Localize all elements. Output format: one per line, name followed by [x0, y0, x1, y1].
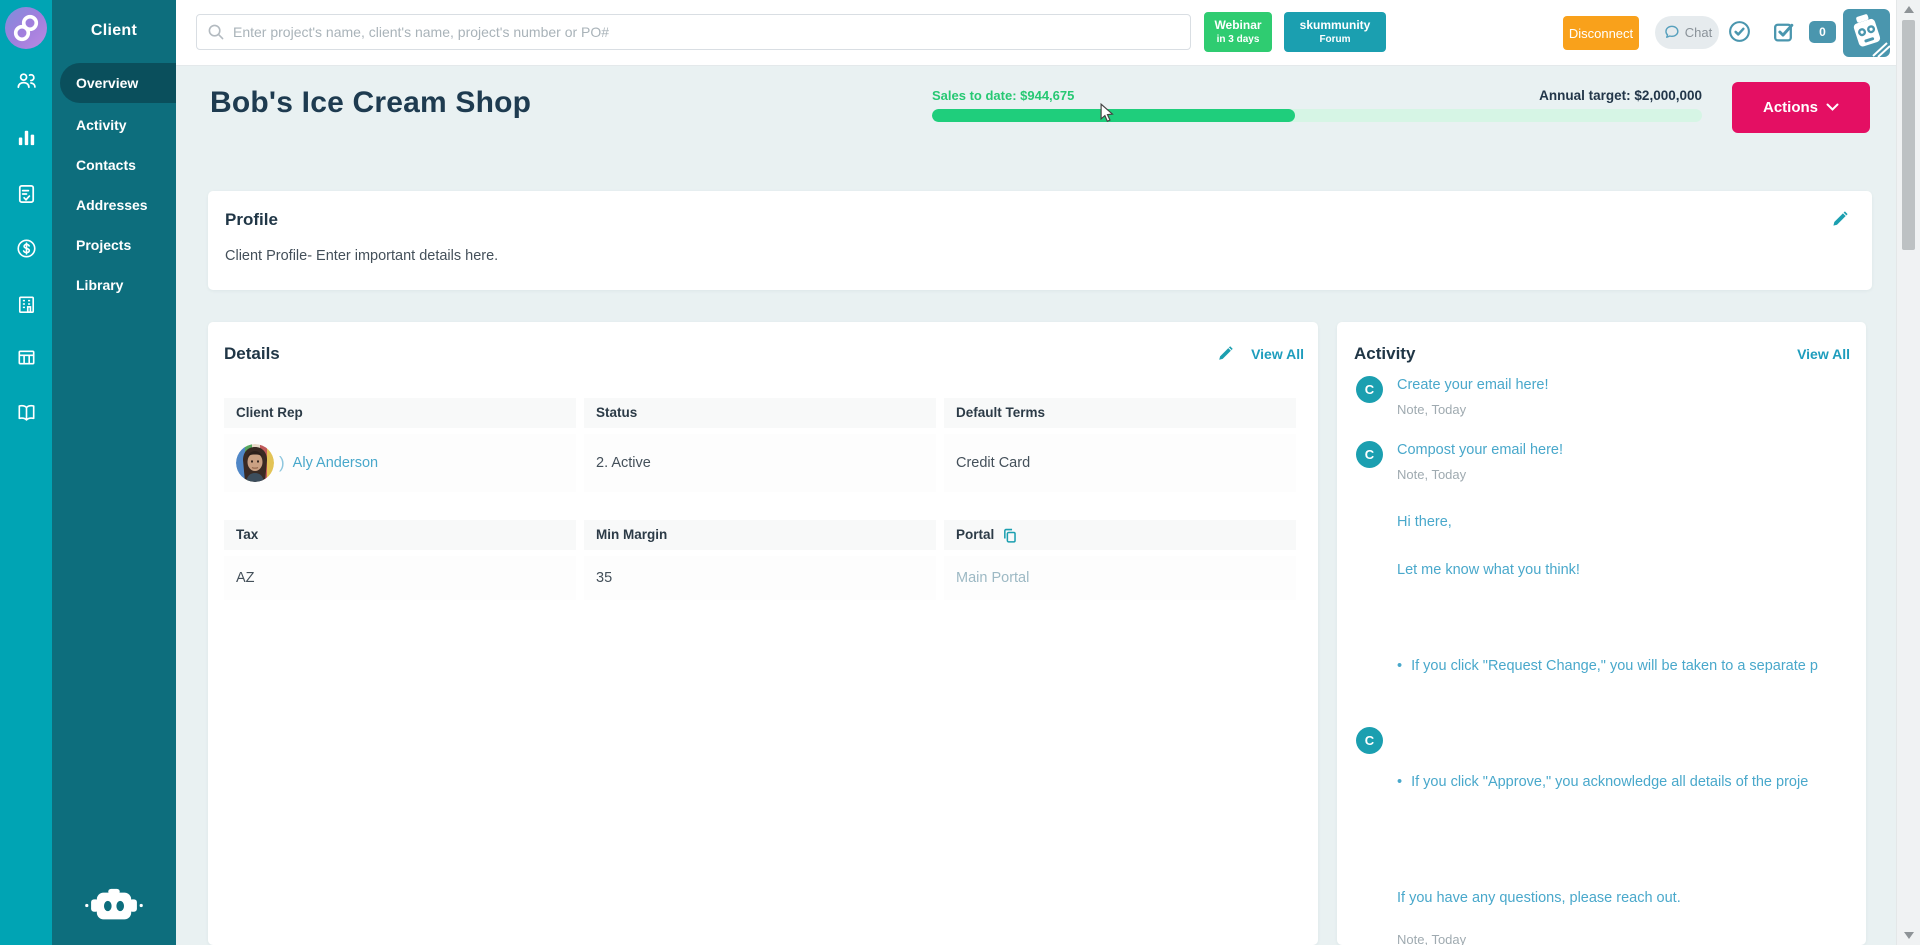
forum-sublabel: Forum	[1319, 34, 1351, 45]
webinar-button[interactable]: Webinar in 3 days	[1204, 12, 1272, 52]
approvals-checkbox-icon[interactable]	[1771, 19, 1796, 44]
portal-header-label: Portal	[956, 527, 995, 542]
notification-count-badge[interactable]: 0	[1809, 21, 1836, 43]
disconnect-button[interactable]: Disconnect	[1563, 16, 1639, 50]
sidebar-item-library[interactable]: Library	[52, 265, 176, 305]
client-overview-page: Client Overview Activity Contacts Addres…	[0, 0, 1920, 945]
column-header-portal: Portal	[944, 520, 1296, 550]
activity-message-line: If you have any questions, please reach …	[1397, 890, 1681, 906]
edit-details-icon[interactable]	[1216, 344, 1235, 363]
search-icon	[208, 24, 224, 40]
profile-title: Profile	[225, 210, 278, 229]
activity-message-line: Hi there,	[1397, 514, 1452, 530]
details-value-row-1: ) Aly Anderson 2. Active Credit Card	[224, 434, 1296, 492]
activity-avatar: C	[1356, 441, 1383, 468]
column-header-client-rep: Client Rep	[224, 398, 576, 428]
actions-button[interactable]: Actions	[1732, 82, 1870, 133]
activity-item-title[interactable]: Create your email here!	[1397, 377, 1549, 393]
default-terms-value: Credit Card	[944, 434, 1296, 492]
tasks-icon[interactable]	[15, 182, 38, 205]
forum-button[interactable]: skummunity Forum	[1284, 12, 1386, 52]
chat-button[interactable]: Chat	[1655, 16, 1719, 49]
min-margin-value: 35	[584, 556, 936, 600]
sales-progress-track	[932, 109, 1702, 122]
profile-card: Profile Client Profile- Enter important …	[208, 191, 1872, 290]
details-header-row-2: Tax Min Margin Portal	[224, 520, 1296, 550]
activity-card: Activity View All C Create your email he…	[1337, 322, 1866, 945]
building-icon[interactable]	[15, 293, 38, 316]
activity-item-title[interactable]: Compost your email here!	[1397, 442, 1563, 458]
table-icon[interactable]	[15, 346, 38, 369]
activity-title: Activity	[1354, 344, 1416, 363]
client-rep-link[interactable]: Aly Anderson	[293, 455, 378, 471]
page-scrollbar[interactable]	[1896, 0, 1920, 945]
icon-rail	[0, 0, 52, 945]
webinar-label: Webinar	[1214, 18, 1262, 32]
chevron-down-icon	[1826, 103, 1839, 111]
activity-bullet-line: If you click "Request Change," you will …	[1397, 658, 1818, 674]
activity-bullet-line: If you click "Approve," you acknowledge …	[1397, 774, 1808, 790]
bar-chart-icon[interactable]	[15, 126, 38, 149]
status-value: 2. Active	[584, 434, 936, 492]
sales-to-date-label: Sales to date: $944,675	[932, 88, 1075, 103]
edit-profile-icon[interactable]	[1830, 209, 1850, 229]
activity-message-line: Let me know what you think!	[1397, 562, 1580, 578]
actions-label: Actions	[1762, 99, 1818, 116]
app-logo-icon[interactable]	[4, 6, 48, 50]
sidebar-item-overview[interactable]: Overview	[60, 63, 176, 103]
column-header-default-terms: Default Terms	[944, 398, 1296, 428]
sales-progress-fill	[932, 109, 1296, 122]
scrollbar-thumb[interactable]	[1902, 20, 1915, 250]
chat-label: Chat	[1684, 25, 1713, 40]
topbar: Webinar in 3 days skummunity Forum Disco…	[176, 0, 1896, 66]
clock-check-icon[interactable]	[1727, 19, 1752, 44]
sales-progress: Sales to date: $944,675 Annual target: $…	[932, 88, 1702, 122]
client-rep-avatar	[236, 444, 274, 482]
sidebar-item-activity[interactable]: Activity	[52, 105, 176, 145]
scroll-up-arrow[interactable]	[1904, 6, 1914, 13]
sidebar-title: Client	[90, 22, 138, 39]
sidebar-item-addresses[interactable]: Addresses	[52, 185, 176, 225]
activity-avatar: C	[1356, 376, 1383, 403]
users-icon[interactable]	[15, 69, 38, 92]
activity-view-all-link[interactable]: View All	[1797, 346, 1850, 362]
client-sidebar: Client Overview Activity Contacts Addres…	[52, 0, 176, 945]
details-card: Details View All Client Rep Status Defau…	[208, 322, 1318, 945]
activity-item-meta: Note, Today	[1397, 402, 1467, 417]
profile-description: Client Profile- Enter important details …	[225, 248, 499, 264]
sidebar-item-contacts[interactable]: Contacts	[52, 145, 176, 185]
page-title: Bob's Ice Cream Shop	[210, 86, 532, 119]
tax-value: AZ	[224, 556, 576, 600]
search-input[interactable]	[196, 14, 1191, 50]
dollar-icon[interactable]	[15, 237, 38, 260]
copy-icon[interactable]	[1001, 527, 1018, 544]
assistant-robot-icon[interactable]	[83, 885, 145, 927]
annual-target-label: Annual target: $2,000,000	[1539, 88, 1702, 103]
global-search	[196, 14, 1191, 50]
column-header-status: Status	[584, 398, 936, 428]
portal-link[interactable]: Main Portal	[956, 570, 1029, 586]
activity-avatar: C	[1356, 727, 1383, 754]
sidebar-item-projects[interactable]: Projects	[52, 225, 176, 265]
details-header-row-1: Client Rep Status Default Terms	[224, 398, 1296, 428]
webinar-sublabel: in 3 days	[1216, 34, 1260, 45]
activity-item-meta: Note, Today	[1397, 932, 1467, 945]
details-title: Details	[224, 344, 280, 363]
chat-bubble-icon	[1665, 25, 1679, 38]
client-rep-cell: ) Aly Anderson	[236, 444, 378, 482]
user-avatar[interactable]	[1843, 9, 1890, 57]
details-view-all-link[interactable]: View All	[1251, 346, 1304, 362]
avatar-arc-decoration: )	[279, 453, 285, 472]
scroll-down-arrow[interactable]	[1904, 932, 1914, 939]
forum-label: skummunity	[1299, 18, 1371, 32]
column-header-min-margin: Min Margin	[584, 520, 936, 550]
column-header-tax: Tax	[224, 520, 576, 550]
book-icon[interactable]	[15, 401, 38, 424]
details-value-row-2: AZ 35 Main Portal	[224, 556, 1296, 600]
activity-item-meta: Note, Today	[1397, 467, 1467, 482]
